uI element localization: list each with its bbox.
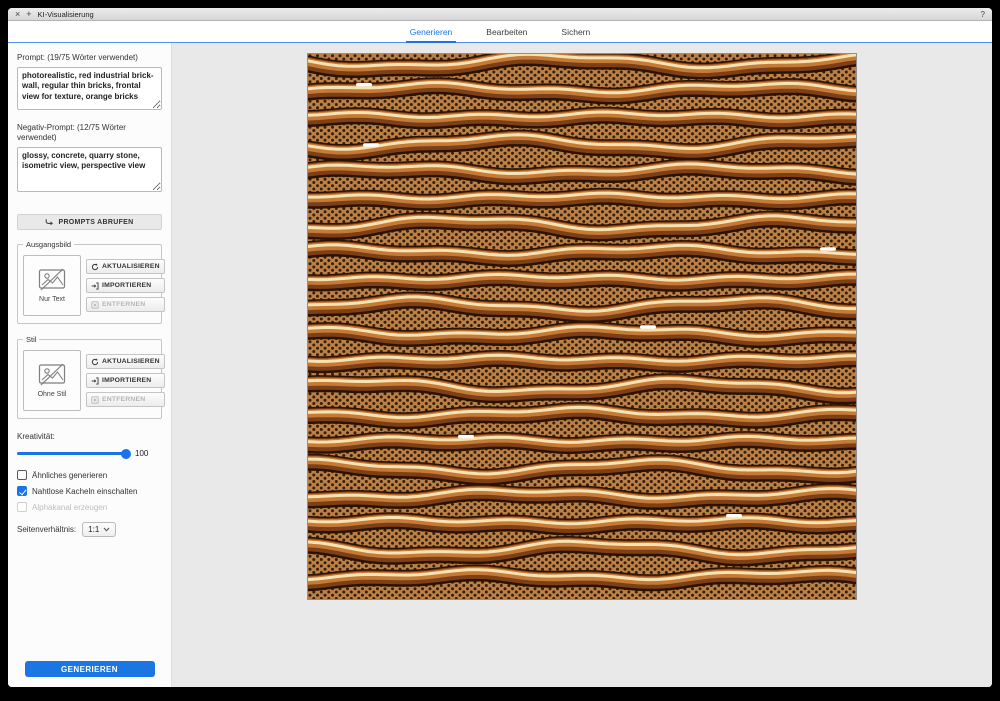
prompt-label: Prompt: (19/75 Wörter verwendet) bbox=[17, 53, 162, 63]
remove-icon bbox=[91, 301, 99, 309]
checkbox-label: Ähnliches generieren bbox=[32, 471, 107, 480]
button-label: ENTFERNEN bbox=[102, 396, 145, 403]
aspect-ratio-label: Seitenverhältnis: bbox=[17, 525, 76, 534]
button-label: IMPORTIEREN bbox=[102, 282, 151, 289]
close-icon[interactable]: × bbox=[15, 10, 20, 19]
window-title: KI-Visualisierung bbox=[38, 10, 94, 19]
checkbox-similar-generate[interactable]: Ähnliches generieren bbox=[17, 470, 162, 480]
creativity-value: 100 bbox=[135, 449, 148, 458]
button-label: AKTUALISIEREN bbox=[102, 358, 160, 365]
refresh-icon bbox=[91, 263, 99, 271]
tab-bearbeiten[interactable]: Bearbeiten bbox=[484, 21, 529, 42]
refresh-icon bbox=[91, 358, 99, 366]
source-importieren-button[interactable]: IMPORTIEREN bbox=[86, 278, 165, 293]
aspect-ratio-dropdown[interactable]: 1:1 bbox=[82, 522, 116, 537]
fetch-arrow-icon bbox=[45, 218, 54, 226]
checkbox-label: Nahtlose Kacheln einschalten bbox=[32, 487, 137, 496]
button-label: ENTFERNEN bbox=[102, 301, 145, 308]
preview-area bbox=[172, 43, 992, 687]
style-entfernen-button[interactable]: ENTFERNEN bbox=[86, 392, 165, 407]
fetch-prompts-button[interactable]: PROMPTS ABRUFEN bbox=[17, 214, 162, 230]
prompt-input[interactable]: photorealistic, red industrial brick-wal… bbox=[17, 67, 162, 110]
style-importieren-button[interactable]: IMPORTIEREN bbox=[86, 373, 165, 388]
option-checkboxes: Ähnliches generieren Nahtlose Kacheln ei… bbox=[17, 470, 162, 512]
fetch-prompts-label: PROMPTS ABRUFEN bbox=[58, 219, 133, 226]
source-image-group: Ausgangsbild Nur Text bbox=[17, 244, 162, 324]
checkbox-label: Alphakanal erzeugen bbox=[32, 503, 107, 512]
checkbox-box bbox=[17, 486, 27, 496]
tab-bar: Generieren Bearbeiten Sichern bbox=[8, 21, 992, 43]
negative-prompt-label: Negativ-Prompt: (12/75 Wörter verwendet) bbox=[17, 123, 162, 143]
add-tab-icon[interactable]: + bbox=[26, 10, 31, 19]
aspect-ratio-value: 1:1 bbox=[88, 525, 99, 534]
checkbox-box bbox=[17, 502, 27, 512]
checkbox-alpha-channel[interactable]: Alphakanal erzeugen bbox=[17, 502, 162, 512]
content-area: Prompt: (19/75 Wörter verwendet) photore… bbox=[8, 43, 992, 687]
creativity-slider-thumb[interactable] bbox=[121, 449, 131, 459]
creativity-slider-row: 100 bbox=[17, 449, 162, 458]
source-image-group-label: Ausgangsbild bbox=[23, 240, 74, 249]
source-aktualisieren-button[interactable]: AKTUALISIEREN bbox=[86, 259, 165, 274]
import-icon bbox=[91, 282, 99, 290]
no-image-icon bbox=[38, 363, 66, 387]
no-image-icon bbox=[38, 268, 66, 292]
tab-sichern[interactable]: Sichern bbox=[559, 21, 592, 42]
import-icon bbox=[91, 377, 99, 385]
checkbox-box bbox=[17, 470, 27, 480]
creativity-slider[interactable] bbox=[17, 452, 127, 455]
source-image-caption: Nur Text bbox=[39, 296, 65, 303]
title-bar: × + KI-Visualisierung ? bbox=[8, 8, 992, 21]
app-window: × + KI-Visualisierung ? Generieren Bearb… bbox=[8, 8, 992, 687]
style-caption: Ohne Stil bbox=[38, 391, 67, 398]
negative-prompt-input[interactable]: glossy, concrete, quarry stone, isometri… bbox=[17, 147, 162, 192]
tab-generieren[interactable]: Generieren bbox=[408, 21, 455, 42]
settings-sidebar: Prompt: (19/75 Wörter verwendet) photore… bbox=[8, 43, 172, 687]
checkbox-seamless-tiles[interactable]: Nahtlose Kacheln einschalten bbox=[17, 486, 162, 496]
button-label: IMPORTIEREN bbox=[102, 377, 151, 384]
aspect-ratio-row: Seitenverhältnis: 1:1 bbox=[17, 522, 162, 537]
source-image-thumbnail: Nur Text bbox=[23, 255, 81, 316]
generate-button[interactable]: GENERIEREN bbox=[25, 661, 155, 677]
style-thumbnail: Ohne Stil bbox=[23, 350, 81, 411]
chevron-down-icon bbox=[103, 527, 110, 532]
remove-icon bbox=[91, 396, 99, 404]
style-group-label: Stil bbox=[23, 335, 39, 344]
help-icon[interactable]: ? bbox=[981, 10, 985, 19]
style-group: Stil Ohne Stil bbox=[17, 339, 162, 419]
style-aktualisieren-button[interactable]: AKTUALISIEREN bbox=[86, 354, 165, 369]
button-label: AKTUALISIEREN bbox=[102, 263, 160, 270]
source-entfernen-button[interactable]: ENTFERNEN bbox=[86, 297, 165, 312]
generated-image bbox=[307, 53, 857, 600]
creativity-label: Kreativität: bbox=[17, 432, 162, 442]
